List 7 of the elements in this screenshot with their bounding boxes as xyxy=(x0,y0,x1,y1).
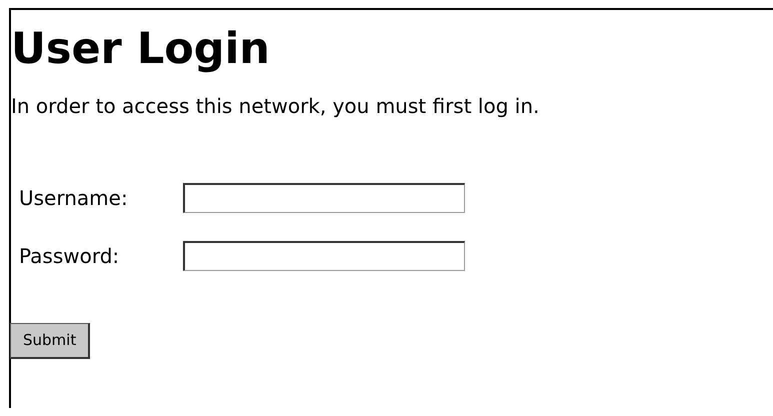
submit-button[interactable]: Submit xyxy=(10,323,90,358)
field-label: Username: xyxy=(19,185,129,212)
input-field[interactable] xyxy=(183,241,465,271)
input-field[interactable] xyxy=(183,183,465,213)
intro-text: In order to access this network, you must first log in. xyxy=(11,93,540,120)
page-title: User Login xyxy=(11,28,271,71)
field-label: Password: xyxy=(19,243,120,270)
